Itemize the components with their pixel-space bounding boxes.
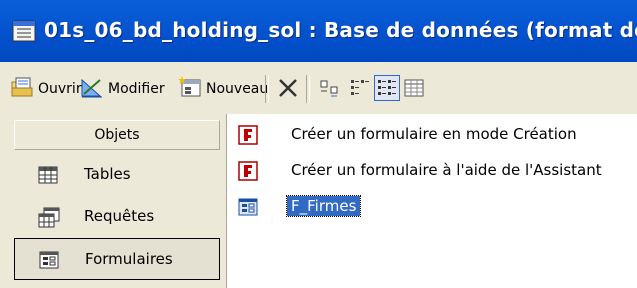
design-form-icon	[237, 124, 259, 150]
list-item-label: Créer un formulaire à l'aide de l'Assist…	[291, 161, 602, 179]
design-ruler-icon	[80, 76, 108, 102]
list-view-icon	[375, 80, 399, 104]
query-icon	[38, 207, 60, 233]
toolbar-separator	[306, 75, 310, 103]
objects-header[interactable]: Objets	[14, 120, 220, 150]
open-icon	[10, 76, 38, 102]
open-label: Ouvrir	[38, 81, 82, 97]
wizard-form-icon	[237, 160, 259, 186]
sidebar-item-label: Requêtes	[84, 207, 155, 225]
delete-icon	[276, 79, 300, 104]
form-icon	[39, 250, 59, 274]
toolbar-separator	[265, 75, 269, 103]
details-view-button[interactable]	[402, 76, 426, 100]
sidebar-item-forms[interactable]: Formulaires	[14, 238, 220, 280]
toolbar: Ouvrir Modifier Nouveau	[0, 62, 637, 115]
form-icon	[237, 196, 259, 222]
list-item-label: Créer un formulaire en mode Création	[291, 125, 577, 143]
small-icons-icon	[348, 80, 372, 104]
new-form-icon	[178, 76, 206, 102]
large-icons-icon	[318, 80, 342, 104]
open-button[interactable]: Ouvrir	[10, 76, 82, 102]
table-icon	[38, 165, 58, 189]
modify-button[interactable]: Modifier	[80, 76, 165, 102]
sidebar-item-tables[interactable]: Tables	[14, 154, 220, 196]
window-title: 01s_06_bd_holding_sol : Base de données …	[44, 18, 637, 42]
objects-list-pane[interactable]: Créer un formulaire en mode Création Cré…	[226, 114, 637, 288]
large-icons-view-button[interactable]	[318, 76, 342, 100]
database-icon	[12, 20, 36, 42]
small-icons-view-button[interactable]	[348, 76, 372, 100]
list-item-label: F_Firmes	[285, 195, 362, 217]
title-bar[interactable]: 01s_06_bd_holding_sol : Base de données …	[0, 0, 637, 62]
sidebar-item-label: Formulaires	[85, 250, 173, 268]
list-view-button[interactable]	[374, 75, 400, 101]
objects-bar: Objets Tables Requêtes Formulaires	[0, 114, 226, 288]
new-button[interactable]: Nouveau	[178, 76, 268, 102]
details-view-icon	[402, 79, 426, 104]
sidebar-item-label: Tables	[84, 165, 131, 183]
modify-label: Modifier	[108, 81, 165, 97]
delete-button[interactable]	[276, 76, 300, 100]
sidebar-item-queries[interactable]: Requêtes	[14, 196, 220, 238]
new-label: Nouveau	[206, 81, 269, 97]
